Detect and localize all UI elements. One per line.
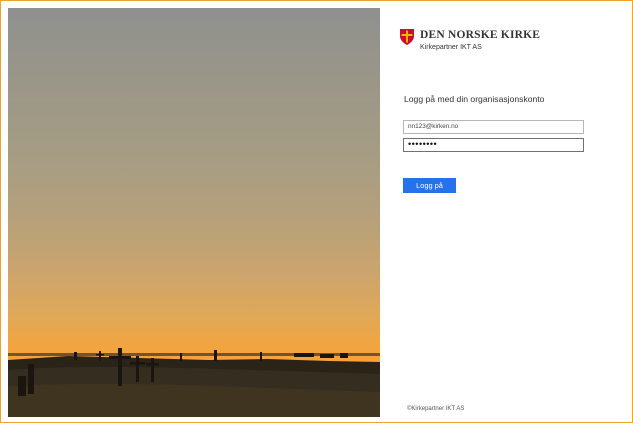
brand-header: DEN NORSKE KIRKE Kirkepartner IKT AS	[400, 29, 540, 52]
email-field[interactable]: nn123@kirken.no	[403, 120, 584, 134]
hero-illustration	[8, 8, 380, 417]
sunset-cemetery-photo	[8, 348, 380, 417]
brand-name: DEN NORSKE KIRKE	[420, 29, 541, 41]
password-value: ••••••••	[408, 139, 438, 149]
church-shield-logo-icon	[400, 29, 414, 45]
footer-copyright: ©Kirkepartner IKT AS	[407, 406, 465, 412]
brand-subtitle: Kirkepartner IKT AS	[420, 44, 482, 51]
sign-in-button[interactable]: Logg på	[403, 178, 456, 193]
sign-in-page: DEN NORSKE KIRKE Kirkepartner IKT AS Log…	[8, 8, 625, 417]
email-value: nn123@kirken.no	[408, 123, 459, 130]
password-field[interactable]: ••••••••	[403, 138, 584, 152]
sign-in-panel: DEN NORSKE KIRKE Kirkepartner IKT AS Log…	[380, 8, 625, 415]
sign-in-heading: Logg på med din organisasjonskonto	[404, 94, 545, 104]
window-frame: DEN NORSKE KIRKE Kirkepartner IKT AS Log…	[0, 0, 633, 423]
brand-text: DEN NORSKE KIRKE Kirkepartner IKT AS	[420, 29, 540, 52]
